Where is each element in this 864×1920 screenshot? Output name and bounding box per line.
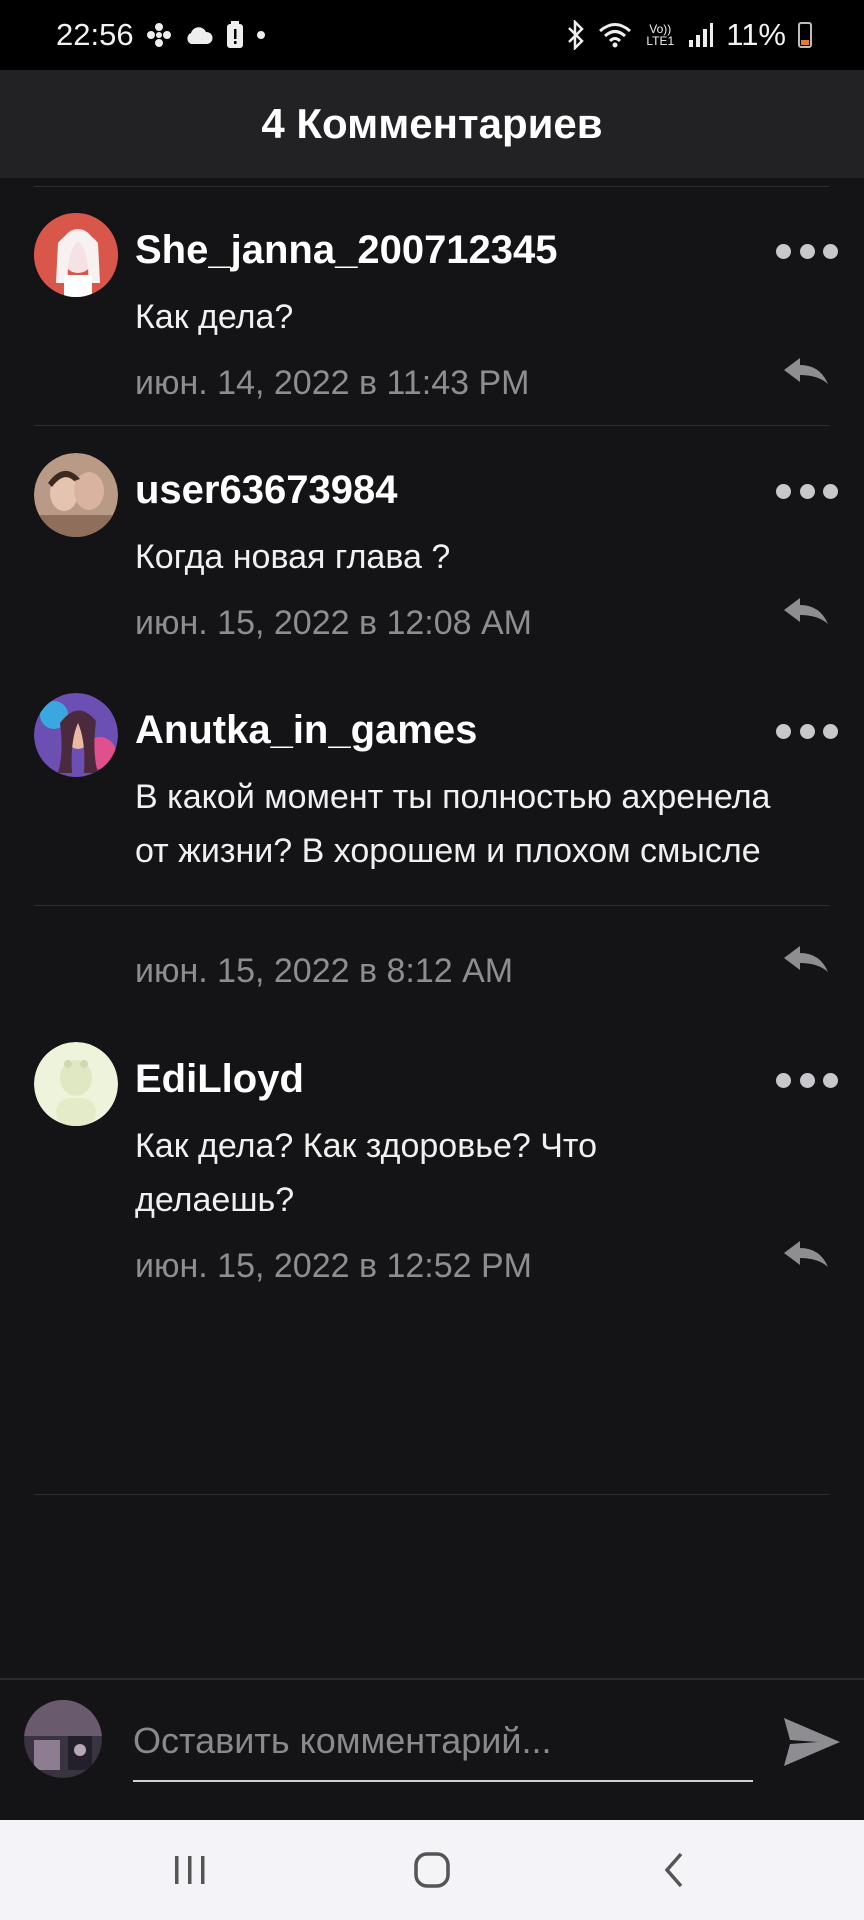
dot	[823, 1072, 838, 1088]
back-button[interactable]	[645, 1848, 705, 1892]
clock: 22:56	[56, 17, 134, 52]
status-left: 22:56	[56, 17, 266, 53]
comment-timestamp: июн. 15, 2022 в 12:08 AM	[135, 604, 532, 642]
dot	[823, 723, 838, 739]
status-bar: 22:56 Vo)) LTE1 11%	[0, 0, 864, 70]
comment-composer	[0, 1678, 864, 1820]
back-icon	[664, 1852, 683, 1888]
comment-username[interactable]: EdiLloyd	[135, 1057, 304, 1102]
reply-button[interactable]	[782, 1239, 830, 1273]
avatar[interactable]	[34, 213, 118, 297]
dot	[823, 483, 838, 499]
avatar[interactable]	[34, 693, 118, 777]
comment-timestamp: июн. 14, 2022 в 11:43 PM	[135, 364, 530, 402]
battery-percent: 11%	[726, 17, 786, 52]
battery-icon	[798, 22, 812, 48]
reply-button[interactable]	[782, 944, 830, 978]
cloud-icon	[184, 24, 214, 46]
dot	[776, 1072, 791, 1088]
comment-text: В какой момент ты полностью ахренела от …	[135, 778, 771, 870]
reply-icon	[784, 358, 828, 384]
avatar	[24, 1700, 102, 1778]
home-button[interactable]	[402, 1848, 462, 1892]
divider	[34, 186, 829, 187]
divider	[34, 905, 829, 906]
comment-input[interactable]	[133, 1702, 753, 1782]
more-options-button[interactable]	[776, 241, 838, 261]
reply-button[interactable]	[782, 356, 830, 390]
comments-header: 4 Комментариев	[0, 70, 864, 178]
dot	[799, 483, 815, 499]
status-right: Vo)) LTE1 11%	[566, 17, 812, 53]
wifi-icon	[598, 21, 632, 49]
more-options-button[interactable]	[776, 721, 838, 741]
signal-icon	[688, 22, 714, 48]
send-button[interactable]	[782, 1714, 842, 1770]
comment-username[interactable]: Anutka_in_games	[135, 708, 477, 753]
comment-username[interactable]: She_janna_200712345	[135, 228, 558, 273]
volte-label: Vo)) LTE1	[646, 22, 675, 48]
recent-apps-icon	[175, 1856, 205, 1884]
bluetooth-icon	[566, 20, 586, 50]
more-options-button[interactable]	[776, 481, 838, 501]
dot	[776, 243, 791, 259]
reply-icon	[784, 1241, 828, 1267]
avatar[interactable]	[34, 1042, 118, 1126]
comment-username[interactable]: user63673984	[135, 468, 397, 513]
comment-text: Как дела?	[135, 298, 294, 336]
more-options-button[interactable]	[776, 1070, 838, 1090]
dot	[776, 723, 791, 739]
volte-icon: Vo)) LTE1	[644, 23, 676, 47]
dot	[799, 243, 815, 259]
comment-timestamp: июн. 15, 2022 в 12:52 PM	[135, 1247, 532, 1285]
dot	[823, 243, 838, 259]
page-title: 4 Комментариев	[261, 100, 603, 147]
dot	[799, 1072, 815, 1088]
recent-apps-button[interactable]	[160, 1848, 220, 1892]
reply-icon	[784, 946, 828, 972]
comment-text: Как дела? Как здоровье? Что делаешь?	[135, 1127, 598, 1219]
home-icon	[414, 1852, 450, 1888]
dot	[799, 723, 815, 739]
divider	[34, 1494, 829, 1495]
divider	[34, 425, 829, 426]
alert-battery-icon	[226, 21, 244, 49]
system-nav-bar	[0, 1820, 864, 1920]
comment-text: Когда новая глава ?	[135, 538, 451, 576]
dot-icon	[256, 30, 266, 40]
dot	[776, 483, 791, 499]
avatar[interactable]	[34, 453, 118, 537]
comment-timestamp: июн. 15, 2022 в 8:12 AM	[135, 952, 514, 990]
reply-icon	[784, 598, 828, 624]
fan-icon	[146, 22, 172, 48]
send-icon	[784, 1718, 840, 1766]
reply-button[interactable]	[782, 596, 830, 630]
